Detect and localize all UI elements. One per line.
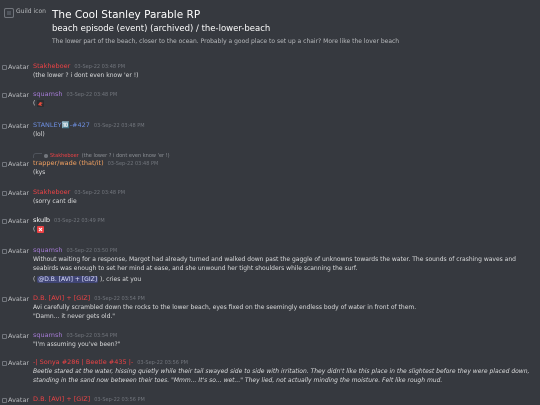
message-content: (sorry cant die xyxy=(33,198,77,205)
message-timestamp: 03-Sep-22 03:56 PM xyxy=(137,360,188,366)
message-content: Beetle stared at the water, hissing quie… xyxy=(33,368,530,384)
avatar[interactable]: Avatar xyxy=(2,217,29,225)
bird-emoji-icon xyxy=(37,100,45,107)
channel-topic: The lower part of the beach, closer to t… xyxy=(52,38,400,45)
message-author[interactable]: D.B. [AVI] + [GIZ] xyxy=(33,294,90,302)
avatar[interactable]: Avatar xyxy=(2,396,29,404)
avatar[interactable]: Avatar xyxy=(2,295,29,303)
broken-image-icon xyxy=(2,360,7,366)
message-author[interactable]: -| Sonya #286 | Beetle #435 |- xyxy=(33,358,133,366)
message-timestamp: 03-Sep-22 03:49 PM xyxy=(54,218,105,224)
reply-avatar xyxy=(44,153,48,158)
message-author[interactable]: squamsh xyxy=(33,331,62,339)
avatar[interactable]: Avatar xyxy=(2,160,29,168)
broken-image-icon xyxy=(4,8,14,18)
message-content: (kys xyxy=(33,169,46,176)
server-name: The Cool Stanley Parable RP xyxy=(52,9,201,21)
message-timestamp: 03-Sep-22 03:56 PM xyxy=(94,397,145,403)
message-text: "Damn... it never gets old." xyxy=(33,312,116,320)
message-author[interactable]: Stakheboer xyxy=(33,62,70,70)
channel-header: Guild icon The Cool Stanley Parable RP b… xyxy=(0,0,540,56)
broken-image-icon xyxy=(2,333,7,339)
guild-icon-alt-text: Guild icon xyxy=(16,8,46,15)
message-content: (the lower ? i dont even know 'er !) xyxy=(33,72,139,79)
avatar[interactable]: Avatar xyxy=(2,247,29,255)
message-timestamp: 03-Sep-22 03:50 PM xyxy=(66,248,118,254)
broken-image-icon xyxy=(2,161,7,167)
broken-image-icon xyxy=(2,296,7,302)
message-list[interactable]: Avatar Stakheboer 03-Sep-22 03:48 PM (the… xyxy=(0,56,540,405)
avatar[interactable]: Avatar xyxy=(2,91,29,99)
x-emoji-icon xyxy=(37,226,45,233)
avatar[interactable]: Avatar xyxy=(2,359,29,367)
reply-curve xyxy=(33,153,42,158)
message-text: ( xyxy=(33,100,36,107)
message-timestamp: 03-Sep-22 03:48 PM xyxy=(74,190,126,196)
message-content: ( xyxy=(33,226,533,235)
guild-icon: Guild icon xyxy=(4,8,46,18)
message-text: Without waiting for a response, Margot h… xyxy=(33,256,516,272)
message-author[interactable]: D.B. [AVI] + [GIZ] xyxy=(33,395,90,403)
broken-image-icon xyxy=(2,397,7,403)
message-content: ( xyxy=(33,100,533,109)
message-author[interactable]: skulb xyxy=(33,216,50,224)
broken-image-icon xyxy=(2,190,7,196)
broken-image-icon xyxy=(2,92,7,98)
message-content: Without waiting for a response, Margot h… xyxy=(33,256,533,285)
message-mention-line: ( @D.B. [AVI] + [GIZ] ), cries at you xyxy=(33,276,142,283)
message-content: Avi carefully scrambled down the rocks t… xyxy=(33,304,533,321)
message-timestamp: 03-Sep-22 03:54 PM xyxy=(66,333,118,339)
message-author[interactable]: Stakheboer xyxy=(33,188,70,196)
broken-image-icon xyxy=(2,64,7,70)
message-timestamp: 03-Sep-22 03:54 PM xyxy=(94,296,145,302)
message-text: ( xyxy=(33,226,36,233)
message-timestamp: 03-Sep-22 03:48 PM xyxy=(74,64,126,70)
channel-path[interactable]: beach episode (event) (archived) / the-l… xyxy=(52,24,270,34)
message-content: "I'm assuming you've been?" xyxy=(33,341,121,348)
broken-image-icon xyxy=(2,123,7,129)
message-timestamp: 03-Sep-22 03:48 PM xyxy=(107,161,159,167)
message-author[interactable]: trapper/wade (that/it) xyxy=(33,159,104,167)
avatar[interactable]: Avatar xyxy=(2,122,29,130)
broken-image-icon xyxy=(2,248,7,254)
message-author[interactable]: squamsh xyxy=(33,246,62,254)
message-text: Avi carefully scrambled down the rocks t… xyxy=(33,304,417,311)
message-author[interactable]: STANLEY🔟-#427 xyxy=(33,121,90,129)
message-timestamp: 03-Sep-22 03:48 PM xyxy=(93,123,145,129)
avatar[interactable]: Avatar xyxy=(2,332,29,340)
avatar[interactable]: Avatar xyxy=(2,63,29,71)
avatar[interactable]: Avatar xyxy=(2,189,29,197)
message-content: (lol) xyxy=(33,131,45,138)
message-timestamp: 03-Sep-22 03:48 PM xyxy=(66,92,118,98)
user-mention[interactable]: @D.B. [AVI] + [GIZ] xyxy=(37,276,99,283)
message-author[interactable]: squamsh xyxy=(33,90,62,98)
broken-image-icon xyxy=(2,218,7,224)
